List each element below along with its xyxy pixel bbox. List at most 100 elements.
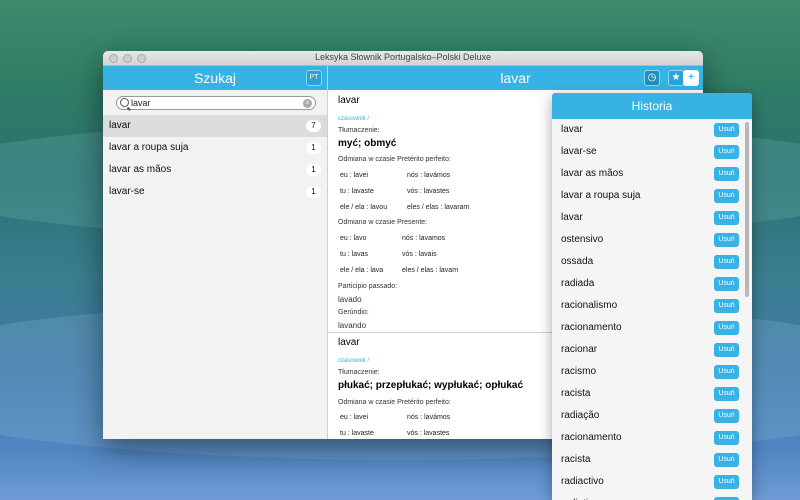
result-item[interactable]: lavar a roupa suja 1 [103,137,327,159]
gerund-value: lavando [338,321,367,330]
search-header: Szukaj PT [103,66,327,90]
history-item[interactable]: ostensivo Usuń [552,229,742,251]
history-label: racionamento [561,322,622,333]
conjugation-cell: tu : lavaste [340,430,374,437]
history-label: radiação [561,410,600,421]
conjugation-label: Odmiana w czasie Presente: [338,219,428,226]
history-popover: Historia lavar Usuń lavar-se Usuń lavar as… [552,93,752,500]
result-item[interactable]: lavar-se 1 [103,181,327,203]
history-item[interactable]: lavar Usuń [552,119,742,141]
remove-button[interactable]: Usuń [714,475,739,489]
remove-button[interactable]: Usuń [714,211,739,225]
history-label: lavar [561,212,583,223]
remove-button[interactable]: Usuń [714,431,739,445]
language-button[interactable]: PT [306,70,322,86]
search-icon [120,98,129,107]
add-button[interactable]: + [683,70,699,86]
history-item[interactable]: lavar-se Usuń [552,141,742,163]
remove-button[interactable]: Usuń [714,145,739,159]
history-item[interactable]: radiada Usuń [552,273,742,295]
history-label: racismo [561,366,597,377]
result-count-badge: 1 [306,142,321,154]
history-label: radiada [561,278,595,289]
remove-button[interactable]: Usuń [714,189,739,203]
history-item[interactable]: lavar as mãos Usuń [552,163,742,185]
conjugation-cell: vós : lavastes [407,188,450,195]
history-label: racionalismo [561,300,618,311]
entry-header: lavar ◷ ★ + [328,66,703,90]
conjugation-cell: nós : lavamos [402,235,446,242]
title-bar[interactable]: Leksyka Słownik Portugalsko–Polski Delux… [103,51,703,66]
remove-button[interactable]: Usuń [714,365,739,379]
history-item[interactable]: lavar Usuń [552,207,742,229]
history-label: lavar a roupa suja [561,190,641,201]
history-item[interactable]: lavar a roupa suja Usuń [552,185,742,207]
remove-button[interactable]: Usuń [714,277,739,291]
history-label: lavar-se [561,146,597,157]
conjugation-cell: nós : lavámos [407,172,451,179]
conjugation-cell: eles / elas : lavam [402,267,459,274]
remove-button[interactable]: Usuń [714,409,739,423]
history-label: ostensivo [561,234,604,245]
history-scrollbar[interactable] [745,122,749,297]
part-of-speech[interactable]: czasownik / [338,358,369,364]
result-item[interactable]: lavar as mãos 1 [103,159,327,181]
search-field[interactable]: × [116,96,316,110]
remove-button[interactable]: Usuń [714,233,739,247]
search-input[interactable] [131,97,291,109]
result-label: lavar [109,120,131,131]
remove-button[interactable]: Usuń [714,343,739,357]
conjugation-cell: vós : lavais [402,251,437,258]
history-title: Historia [552,93,752,119]
result-count-badge: 7 [306,120,321,132]
history-item[interactable]: racionamento Usuń [552,427,742,449]
history-label: racionamento [561,432,622,443]
history-button[interactable]: ◷ [644,70,660,86]
remove-button[interactable]: Usuń [714,321,739,335]
result-label: lavar as mãos [109,164,172,175]
translation-label: Tłumaczenie: [338,369,380,376]
history-item[interactable]: racionamento Usuń [552,317,742,339]
history-item[interactable]: racionar Usuń [552,339,742,361]
remove-button[interactable]: Usuń [714,299,739,313]
participle-label: Participio passado: [338,283,398,290]
remove-button[interactable]: Usuń [714,123,739,137]
result-item[interactable]: lavar 7 [103,115,327,137]
history-item[interactable]: racismo Usuń [552,361,742,383]
history-item[interactable]: radiactivo Usuń [552,471,742,493]
favorite-button[interactable]: ★ [668,70,684,86]
translation: myć; obmyć [338,138,397,149]
conjugation-cell: nós : lavámos [407,414,451,421]
remove-button[interactable]: Usuń [714,453,739,467]
conjugation-cell: eu : lavei [340,172,369,179]
result-label: lavar a roupa suja [109,142,189,153]
clear-search-icon[interactable]: × [303,99,312,108]
entry-word: lavar [338,337,360,348]
history-label: radiactivo [561,476,604,487]
conjugation-label: Odmiana w czasie Pretérito perfeito: [338,156,451,163]
history-item[interactable]: radiativoUsuń [552,493,742,500]
conjugation-cell: eu : lavo [340,235,367,242]
history-label: racionar [561,344,598,355]
history-label: racista [561,388,591,399]
remove-button[interactable]: Usuń [714,387,739,401]
history-label: racista [561,454,591,465]
result-label: lavar-se [109,186,145,197]
history-item[interactable]: radiação Usuń [552,405,742,427]
history-label: ossada [561,256,594,267]
conjugation-cell: ele / ela : lavou [340,204,388,211]
star-icon: ★ [671,72,681,83]
part-of-speech[interactable]: czasownik / [338,116,369,122]
history-item[interactable]: racista Usuń [552,383,742,405]
history-item[interactable]: ossada Usuń [552,251,742,273]
search-panel: Szukaj PT × lavar 7 lavar a roupa suja 1… [103,66,328,439]
conjugation-cell: ele / ela : lava [340,267,384,274]
history-item[interactable]: racionalismo Usuń [552,295,742,317]
history-item[interactable]: racista Usuń [552,449,742,471]
remove-button[interactable]: Usuń [714,167,739,181]
conjugation-cell: eles / elas : lavaram [407,204,470,211]
remove-button[interactable]: Usuń [714,255,739,269]
results-list: lavar 7 lavar a roupa suja 1 lavar as mã… [103,115,327,203]
search-header-title: Szukaj [193,70,237,86]
clock-icon: ◷ [647,72,657,83]
